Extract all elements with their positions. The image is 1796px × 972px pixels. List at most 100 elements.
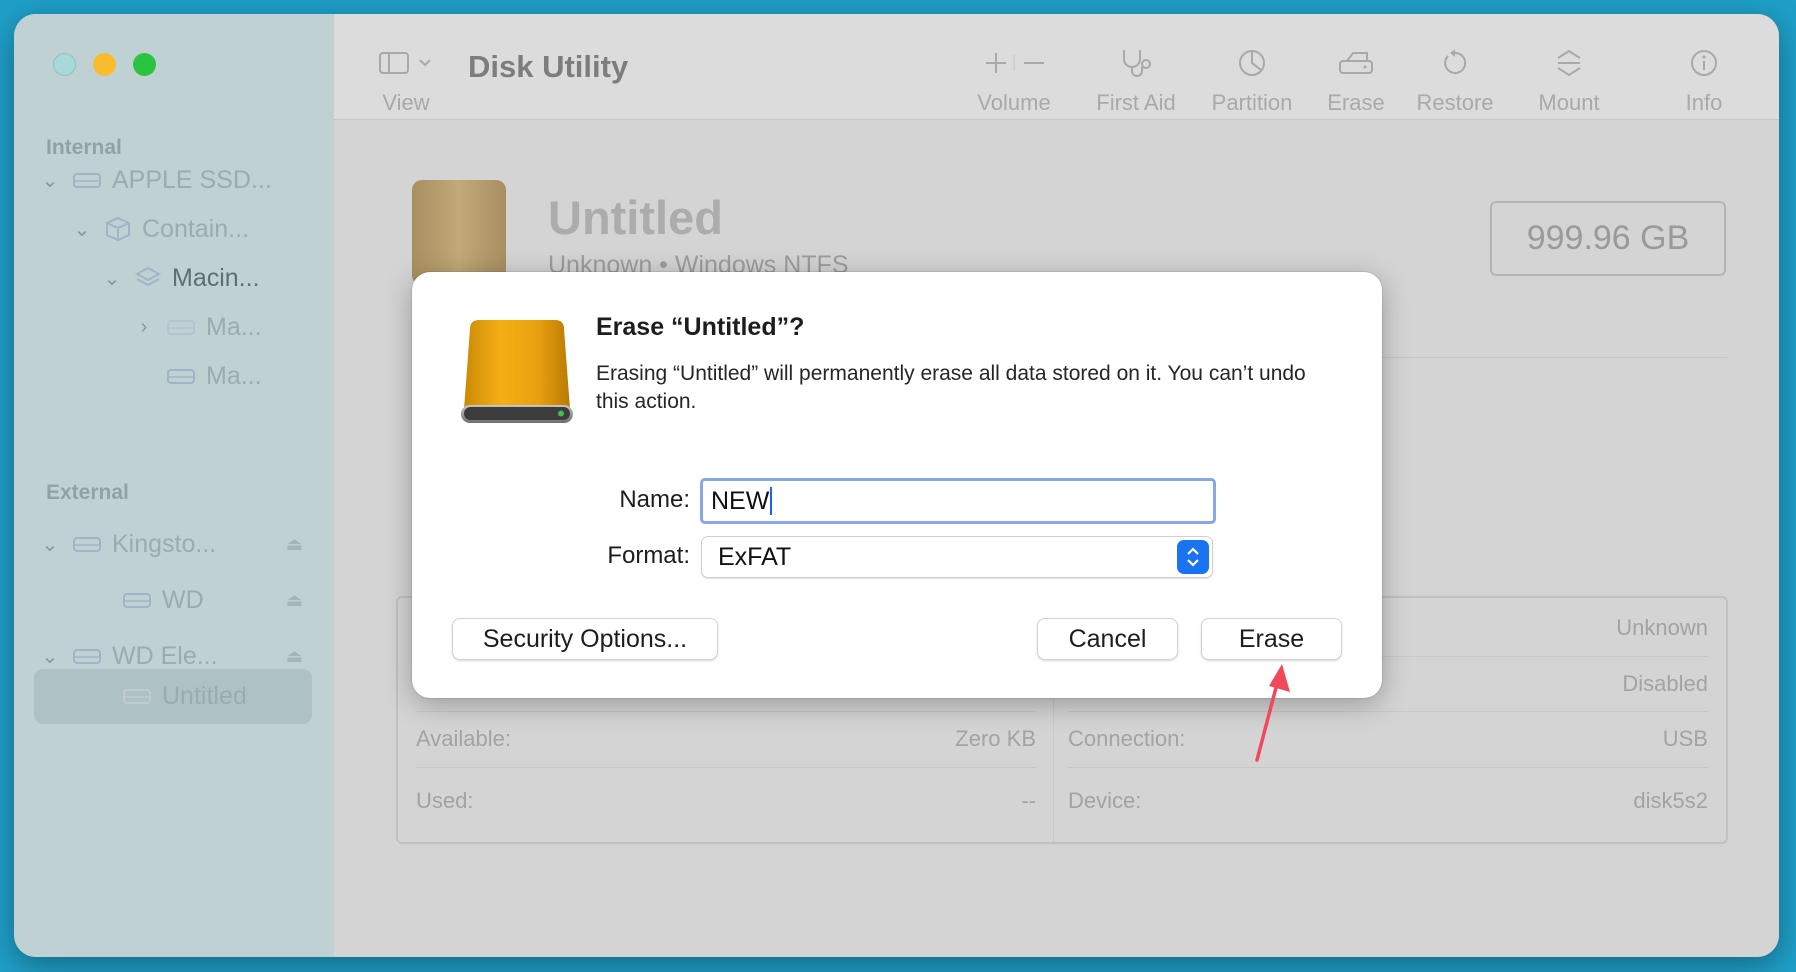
erase-button[interactable]: Erase	[1201, 618, 1342, 660]
restore-icon	[1410, 46, 1500, 80]
stethoscope-icon	[1086, 46, 1186, 80]
sidebar-item-label: Untitled	[162, 681, 247, 710]
eject-icon[interactable]: ⏏	[286, 646, 303, 667]
drive-icon	[166, 366, 196, 386]
info-row-used: Used: --	[416, 773, 1036, 829]
name-label: Name:	[619, 486, 690, 513]
volume-label: Volume	[977, 90, 1051, 115]
info-label: Info	[1685, 90, 1723, 115]
info-value: Zero KB	[955, 726, 1036, 751]
add-remove-icon	[964, 46, 1064, 80]
view-label: View	[382, 90, 430, 115]
first-aid-button[interactable]: First Aid	[1086, 46, 1186, 116]
name-input[interactable]: NEW	[700, 478, 1216, 524]
chevron-down-icon[interactable]: ⌄	[102, 266, 122, 291]
container-icon	[104, 215, 132, 243]
drive-icon	[72, 646, 102, 666]
app-title: Disk Utility	[468, 49, 629, 84]
info-icon	[1674, 46, 1734, 80]
sidebar-item-apple-ssd[interactable]: ⌄ APPLE SSD...	[40, 155, 272, 205]
sidebar-item-label: Kingsto...	[112, 529, 217, 558]
eject-icon[interactable]: ⏏	[286, 534, 303, 555]
annotation-arrow-icon	[1250, 660, 1300, 770]
close-window-button[interactable]	[53, 53, 76, 76]
erase-toolbar-button[interactable]: Erase	[1316, 46, 1396, 116]
sidebar-item-kingston[interactable]: ⌄ Kingsto... ⏏	[40, 519, 303, 569]
toolbar: View Disk Utility Volume First Aid Parti…	[334, 14, 1779, 120]
info-label: Available:	[416, 726, 511, 751]
first-aid-label: First Aid	[1096, 90, 1176, 115]
chevron-down-icon[interactable]: ⌄	[40, 644, 60, 669]
zoom-window-button[interactable]	[133, 53, 156, 76]
info-value: Unknown	[1616, 615, 1708, 640]
disk-name: Untitled	[548, 191, 723, 244]
security-options-button[interactable]: Security Options...	[452, 618, 718, 660]
format-select-value: ExFAT	[718, 542, 792, 571]
info-value: --	[1021, 788, 1036, 813]
format-label: Format:	[607, 542, 690, 569]
chevron-down-icon[interactable]: ⌄	[72, 217, 92, 242]
sidebar-item-label: WD	[162, 585, 204, 614]
info-button[interactable]: Info	[1674, 46, 1734, 116]
mount-button[interactable]: Mount	[1524, 46, 1614, 116]
drive-icon	[72, 170, 102, 190]
info-row-device: Device: disk5s2	[1068, 773, 1708, 829]
info-label: Used:	[416, 788, 474, 813]
info-row-connection: Connection: USB	[1068, 711, 1708, 767]
sidebar-item-label: WD Ele...	[112, 641, 218, 670]
pie-chart-icon	[1202, 46, 1302, 80]
disk-capacity: 999.96 GB	[1490, 201, 1726, 276]
drive-icon	[122, 686, 152, 706]
sidebar-item-label: Contain...	[142, 214, 250, 243]
up-down-chevron-icon[interactable]	[1177, 540, 1209, 574]
chevron-down-icon[interactable]: ⌄	[40, 168, 60, 193]
text-caret	[770, 487, 773, 515]
name-input-value: NEW	[711, 486, 770, 515]
minimize-window-button[interactable]	[93, 53, 116, 76]
sidebar-item-label: APPLE SSD...	[112, 165, 272, 194]
eject-icon[interactable]: ⏏	[286, 590, 303, 611]
format-select[interactable]: ExFAT	[701, 536, 1213, 578]
sidebar-item-macintosh[interactable]: ⌄ Macin...	[102, 253, 260, 303]
dialog-title: Erase “Untitled”?	[596, 313, 805, 341]
erase-label: Erase	[1327, 90, 1385, 115]
info-value: disk5s2	[1633, 788, 1708, 813]
sidebar: Internal ⌄ APPLE SSD... ⌄ Contain... ⌄ M…	[14, 14, 334, 957]
sidebar-item-label: Ma...	[206, 361, 262, 390]
info-row-available: Available: Zero KB	[416, 711, 1036, 767]
info-row-divider	[1068, 767, 1708, 768]
sidebar-item-volume-1[interactable]: › Ma...	[134, 302, 262, 352]
sidebar-item-volume-2[interactable]: Ma...	[154, 351, 262, 401]
chevron-right-icon[interactable]: ›	[134, 316, 154, 339]
info-label: Connection:	[1068, 726, 1186, 751]
info-value: Disabled	[1622, 671, 1708, 696]
restore-label: Restore	[1416, 90, 1494, 115]
sidebar-item-label: Ma...	[206, 312, 262, 341]
window-controls	[53, 53, 156, 76]
external-disk-icon	[458, 317, 576, 432]
dialog-message: Erasing “Untitled” will permanently eras…	[596, 362, 1306, 413]
drive-icon	[122, 590, 152, 610]
restore-button[interactable]: Restore	[1410, 46, 1500, 116]
info-value: USB	[1662, 726, 1708, 751]
info-label: Device:	[1068, 788, 1142, 813]
partition-button[interactable]: Partition	[1202, 46, 1302, 116]
layers-icon	[134, 264, 162, 292]
info-row-divider	[416, 767, 1036, 768]
view-button[interactable]: View	[374, 46, 438, 116]
partition-label: Partition	[1211, 90, 1293, 115]
sidebar-item-untitled[interactable]: Untitled	[110, 671, 247, 721]
sidebar-toggle-icon	[374, 46, 438, 80]
sidebar-item-label: Macin...	[172, 263, 260, 292]
sidebar-item-container[interactable]: ⌄ Contain...	[72, 204, 249, 254]
erase-dialog: Erase “Untitled”? Erasing “Untitled” wil…	[412, 272, 1382, 698]
cancel-button[interactable]: Cancel	[1037, 618, 1178, 660]
chevron-down-icon[interactable]: ⌄	[40, 532, 60, 557]
eraser-icon	[1316, 46, 1396, 80]
sidebar-item-wd[interactable]: WD ⏏	[110, 575, 303, 625]
mount-icon	[1524, 46, 1614, 80]
volume-button[interactable]: Volume	[964, 46, 1064, 116]
mount-label: Mount	[1538, 90, 1600, 115]
drive-icon	[72, 534, 102, 554]
drive-icon	[166, 317, 196, 337]
